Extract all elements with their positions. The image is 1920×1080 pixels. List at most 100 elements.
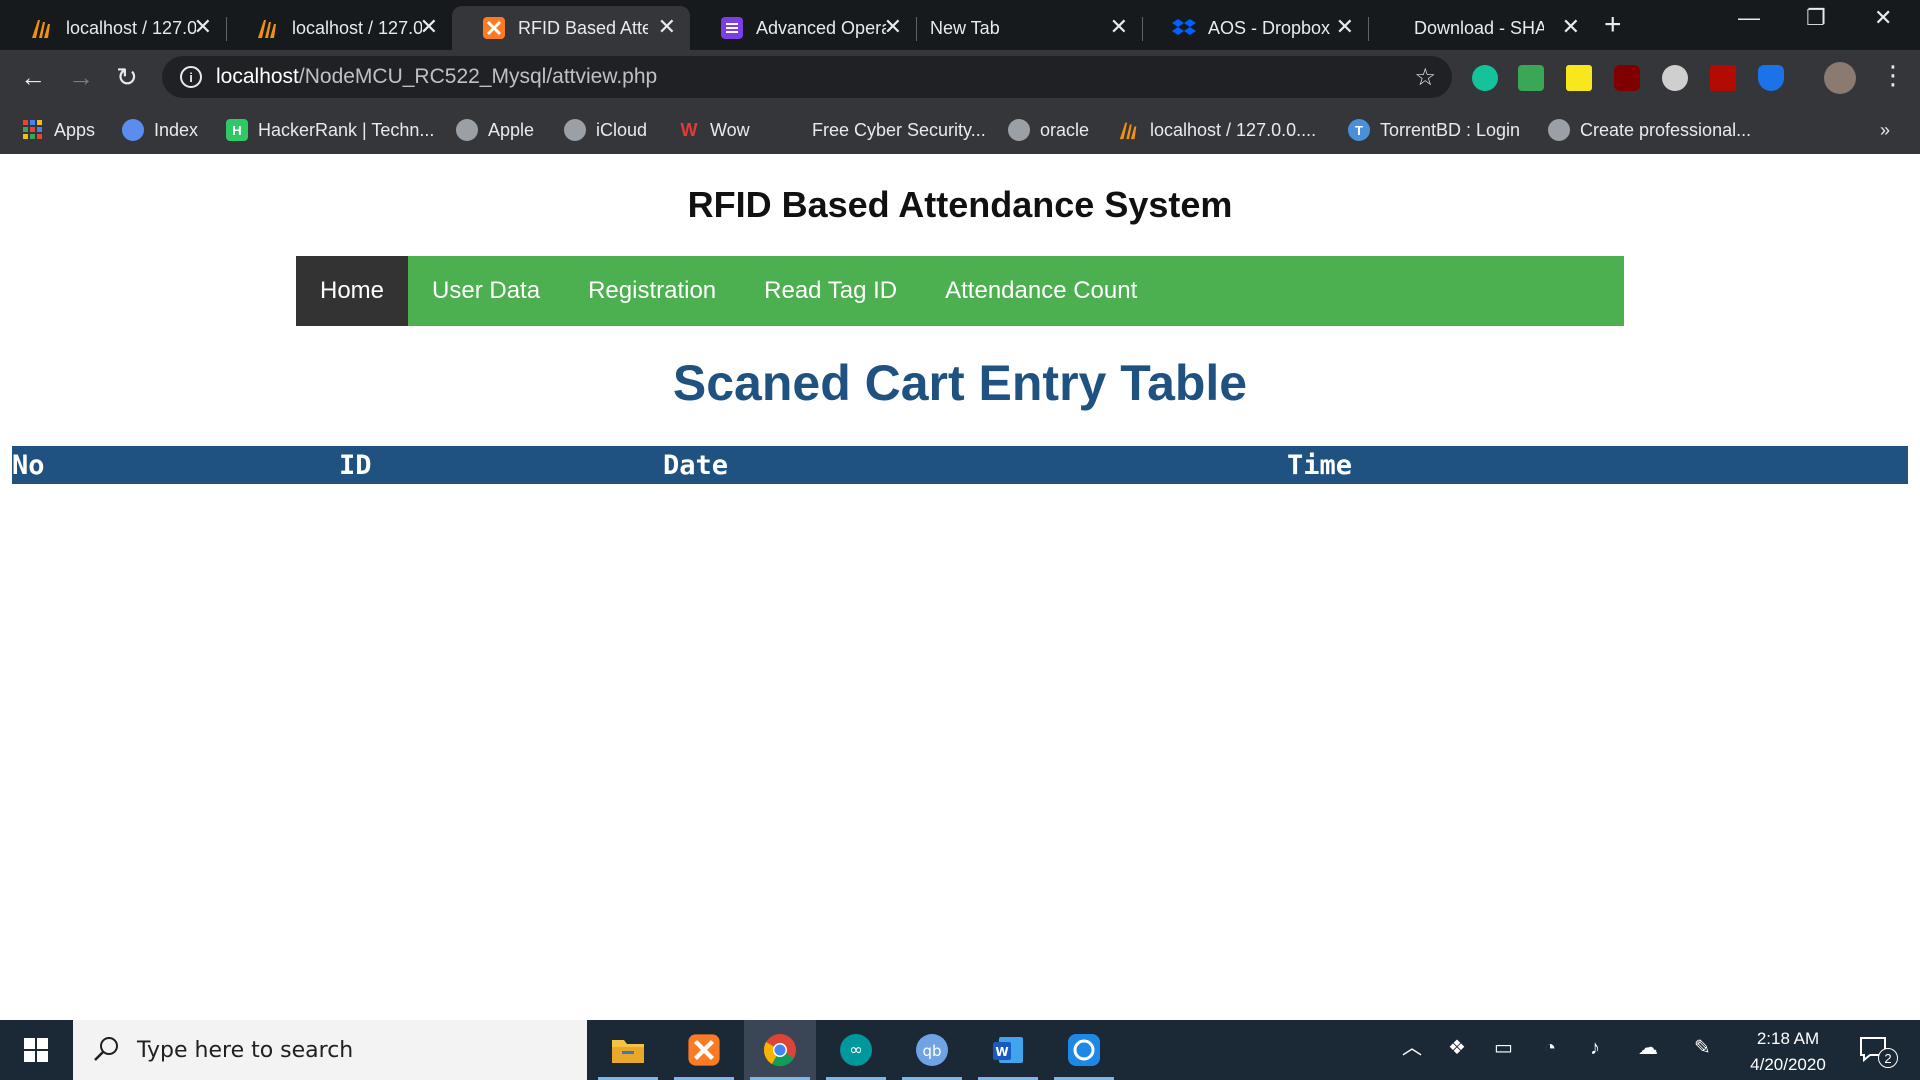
more-bookmarks-button[interactable]: »: [1880, 116, 1890, 144]
menu-kebab-icon[interactable]: ⋮: [1880, 62, 1906, 88]
site-title: RFID Based Attendance System: [687, 184, 1233, 225]
bookmark-icloud[interactable]: iCloud: [564, 116, 647, 144]
bookmark-apps[interactable]: Apps: [22, 116, 95, 144]
wifi-icon[interactable]: ◔: [1544, 1036, 1556, 1060]
address-bar[interactable]: i localhost/NodeMCU_RC522_Mysql/attview.…: [162, 56, 1452, 98]
browser-tab-strip: localhost / 127.0 ✕ localhost / 127.0 ✕ …: [0, 0, 1920, 50]
nav-attendance-count[interactable]: Attendance Count: [921, 256, 1161, 326]
notion-extension-icon[interactable]: [1566, 65, 1592, 91]
bookmark-label: localhost / 127.0.0....: [1150, 119, 1317, 140]
extension-icon[interactable]: [1662, 65, 1688, 91]
bookmark-oracle[interactable]: oracle: [1008, 116, 1089, 144]
battery-icon[interactable]: ▭: [1494, 1036, 1513, 1060]
globe-icon: [1008, 119, 1030, 141]
back-arrow-icon[interactable]: ←: [20, 64, 46, 90]
close-icon[interactable]: ✕: [884, 16, 902, 38]
close-icon[interactable]: ✕: [194, 16, 212, 38]
pdf-icon[interactable]: [1710, 65, 1736, 91]
bookmark-cyber-security[interactable]: Free Cyber Security...: [812, 116, 986, 144]
close-icon[interactable]: ✕: [658, 16, 676, 38]
site-info-icon[interactable]: i: [180, 66, 202, 88]
bookmark-star-icon[interactable]: ☆: [1414, 63, 1436, 92]
pen-icon[interactable]: ✎: [1694, 1036, 1711, 1060]
globe-icon: [1548, 119, 1570, 141]
bookmark-label: Index: [154, 119, 199, 140]
close-icon[interactable]: ✕: [1110, 16, 1128, 38]
taskbar-arduino[interactable]: ∞: [820, 1020, 892, 1080]
bookmark-hackerrank[interactable]: H HackerRank | Techn...: [226, 116, 434, 144]
new-tab-button[interactable]: +: [1604, 10, 1622, 40]
close-icon[interactable]: ✕: [1562, 16, 1580, 38]
nav-home[interactable]: Home: [296, 256, 409, 326]
profile-avatar[interactable]: [1824, 62, 1856, 94]
forward-arrow-icon[interactable]: →: [68, 64, 94, 90]
nav-registration[interactable]: Registration: [564, 256, 740, 326]
volume-icon[interactable]: ♪: [1590, 1036, 1600, 1060]
taskbar-word[interactable]: W: [972, 1020, 1044, 1080]
qbittorrent-icon: qb: [916, 1034, 948, 1066]
bookmark-apple[interactable]: Apple: [456, 116, 534, 144]
nav-user-data[interactable]: User Data: [408, 256, 564, 326]
bookmark-wow[interactable]: W Wow: [678, 116, 750, 144]
dropbox-tray-icon[interactable]: ❖: [1448, 1036, 1466, 1060]
close-icon[interactable]: ✕: [420, 16, 438, 38]
list-icon: [721, 17, 743, 39]
bookmarks-bar: Apps Index H HackerRank | Techn... Apple…: [0, 106, 1920, 154]
chrome-icon: [763, 1034, 796, 1067]
window-close-icon[interactable]: ✕: [1874, 6, 1892, 30]
taskbar-chrome[interactable]: [744, 1020, 816, 1080]
action-center-button[interactable]: 2: [1858, 1034, 1902, 1068]
bookmark-label: Wow: [710, 119, 750, 140]
browser-tab[interactable]: New Tab ✕: [916, 6, 1143, 50]
taskbar-file-explorer[interactable]: [592, 1020, 664, 1080]
torrentbd-icon: T: [1348, 119, 1370, 141]
ublock-icon[interactable]: [1614, 65, 1640, 91]
bookmark-create-professional[interactable]: Create professional...: [1548, 116, 1751, 144]
clock-date: 4/20/2020: [1750, 1055, 1826, 1074]
search-icon: [94, 1037, 118, 1061]
windows-taskbar: Type here to search ∞ qb W ︿ ❖ ▭ ◔ ♪ ☁ ✎…: [0, 1020, 1920, 1080]
folder-icon: [612, 1040, 644, 1063]
browser-toolbar: ← → ↻ i localhost/NodeMCU_RC522_Mysql/at…: [0, 50, 1920, 106]
column-header-time: Time: [1287, 446, 1908, 484]
taskbar-search-box[interactable]: Type here to search: [73, 1020, 587, 1080]
bookmark-index[interactable]: Index: [122, 116, 198, 144]
search-placeholder: Type here to search: [137, 1037, 354, 1063]
taskbar-xampp[interactable]: [668, 1020, 740, 1080]
cloud-upload-icon[interactable]: ☁: [1638, 1036, 1658, 1060]
column-header-id: ID: [339, 446, 663, 484]
url-text[interactable]: localhost/NodeMCU_RC522_Mysql/attview.ph…: [216, 65, 657, 89]
mail-extension-icon[interactable]: [1518, 65, 1544, 91]
table-heading: Scaned Cart Entry Table: [672, 355, 1248, 411]
start-button[interactable]: [0, 1020, 72, 1080]
close-icon[interactable]: ✕: [1336, 16, 1354, 38]
arduino-icon: ∞: [840, 1034, 872, 1066]
bookmark-localhost[interactable]: localhost / 127.0.0....: [1118, 116, 1316, 144]
chevron-up-icon[interactable]: ︿: [1402, 1036, 1422, 1060]
taskbar-clock[interactable]: 2:18 AM 4/20/2020: [1728, 1026, 1848, 1078]
taskbar-qbittorrent[interactable]: qb: [896, 1020, 968, 1080]
shield-icon[interactable]: [1758, 65, 1784, 91]
browser-tab[interactable]: localhost / 127.0 ✕: [0, 6, 227, 50]
browser-tab[interactable]: localhost / 127.0 ✕: [226, 6, 452, 50]
browser-tab-active[interactable]: RFID Based Atte ✕: [452, 6, 690, 50]
svg-text:W: W: [995, 1045, 1008, 1059]
browser-tab[interactable]: Advanced Opera ✕: [690, 6, 917, 50]
taskbar-sync-app[interactable]: [1048, 1020, 1120, 1080]
word-icon: W: [993, 1037, 1023, 1063]
main-navigation: Home User Data Registration Read Tag ID …: [296, 256, 1624, 326]
grammarly-icon[interactable]: [1472, 65, 1498, 91]
reload-icon[interactable]: ↻: [116, 64, 138, 90]
bookmark-label: Apps: [54, 119, 96, 140]
clock-time: 2:18 AM: [1756, 1029, 1820, 1048]
nav-read-tag-id[interactable]: Read Tag ID: [740, 256, 921, 326]
tab-title: Download - SHA: [1414, 17, 1544, 38]
bookmark-label: oracle: [1040, 119, 1090, 140]
bookmark-torrentbd[interactable]: T TorrentBD : Login: [1348, 116, 1520, 144]
restore-icon[interactable]: ❐: [1806, 6, 1826, 30]
svg-text:∞: ∞: [849, 1040, 862, 1059]
column-header-no: No: [12, 446, 339, 484]
minimize-icon[interactable]: —: [1738, 6, 1760, 30]
browser-tab[interactable]: AOS - Dropbox ✕: [1142, 6, 1369, 50]
browser-tab[interactable]: Download - SHA ✕: [1368, 6, 1594, 50]
